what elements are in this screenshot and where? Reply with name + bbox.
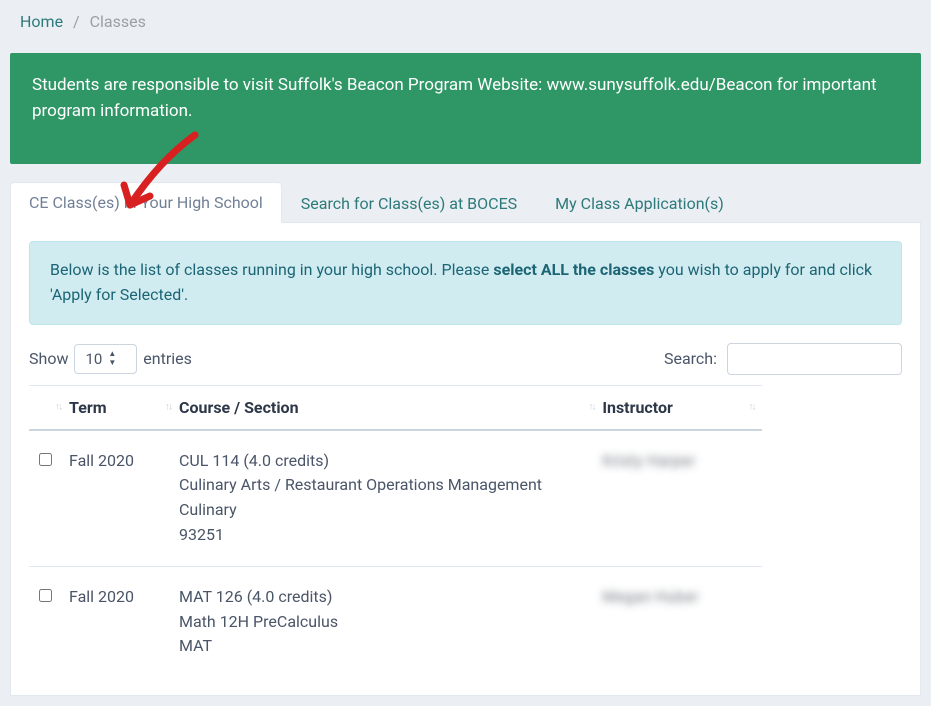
column-header-term[interactable]: Term ↑↓ (69, 385, 179, 430)
term-header-label: Term (69, 398, 107, 417)
column-header-select[interactable]: ↑↓ (29, 385, 69, 430)
row-select-checkbox[interactable] (39, 453, 52, 466)
table-controls: Show 10 ▲▼ entries Search: (29, 343, 902, 375)
course-line: Math 12H PreCalculus (179, 610, 592, 635)
show-label: Show (29, 349, 68, 368)
sort-icon: ↑↓ (165, 402, 171, 413)
entries-select[interactable]: 10 ▲▼ (74, 344, 137, 374)
column-header-course[interactable]: Course / Section ↑↓ (179, 385, 602, 430)
entries-select-value: 10 (85, 350, 102, 368)
search-input[interactable] (727, 343, 902, 375)
breadcrumb-home-link[interactable]: Home (20, 12, 63, 31)
tab-search-boces[interactable]: Search for Class(es) at BOCES (282, 183, 536, 223)
course-line: Culinary Arts / Restaurant Operations Ma… (179, 473, 592, 498)
select-caret-icon: ▲▼ (108, 350, 116, 367)
breadcrumb-separator: / (73, 12, 80, 31)
table-row: Fall 2020 MAT 126 (4.0 credits) Math 12H… (29, 566, 762, 677)
cell-course: CUL 114 (4.0 credits) Culinary Arts / Re… (179, 430, 602, 567)
course-line: MAT (179, 634, 592, 659)
sort-icon: ↑↓ (588, 402, 594, 413)
instructor-name: Megan Huber (602, 587, 698, 606)
sort-icon: ↑↓ (55, 402, 61, 413)
tab-bar: CE Class(es) in Your High School Search … (10, 182, 921, 223)
cell-instructor: Kristy Harper (602, 430, 762, 567)
info-alert: Below is the list of classes running in … (29, 241, 902, 325)
cell-course: MAT 126 (4.0 credits) Math 12H PreCalcul… (179, 566, 602, 677)
cell-term: Fall 2020 (69, 430, 179, 567)
breadcrumb-current: Classes (90, 12, 146, 31)
table-row: Fall 2020 CUL 114 (4.0 credits) Culinary… (29, 430, 762, 567)
tab-ce-classes[interactable]: CE Class(es) in Your High School (10, 182, 282, 223)
course-title: CUL 114 (4.0 credits) (179, 449, 592, 474)
breadcrumb: Home / Classes (0, 0, 931, 43)
classes-table: ↑↓ Term ↑↓ Course / Section ↑↓ Instructor ↑… (29, 385, 762, 678)
search-label: Search: (664, 349, 717, 368)
tab-my-applications[interactable]: My Class Application(s) (536, 183, 743, 223)
row-select-checkbox[interactable] (39, 589, 52, 602)
info-text-pre: Below is the list of classes running in … (50, 260, 493, 279)
column-header-instructor[interactable]: Instructor ↑↓ (602, 385, 762, 430)
tab-content: Below is the list of classes running in … (10, 223, 921, 696)
instructor-header-label: Instructor (602, 398, 673, 417)
sort-icon: ↑↓ (748, 402, 754, 413)
cell-instructor: Megan Huber (602, 566, 762, 677)
cell-term: Fall 2020 (69, 566, 179, 677)
instructor-name: Kristy Harper (602, 451, 695, 470)
entries-label: entries (143, 349, 192, 368)
info-text-bold: select ALL the classes (493, 260, 654, 279)
course-title: MAT 126 (4.0 credits) (179, 585, 592, 610)
course-line: 93251 (179, 523, 592, 548)
notice-banner: Students are responsible to visit Suffol… (10, 53, 921, 164)
course-header-label: Course / Section (179, 398, 299, 417)
course-line: Culinary (179, 498, 592, 523)
